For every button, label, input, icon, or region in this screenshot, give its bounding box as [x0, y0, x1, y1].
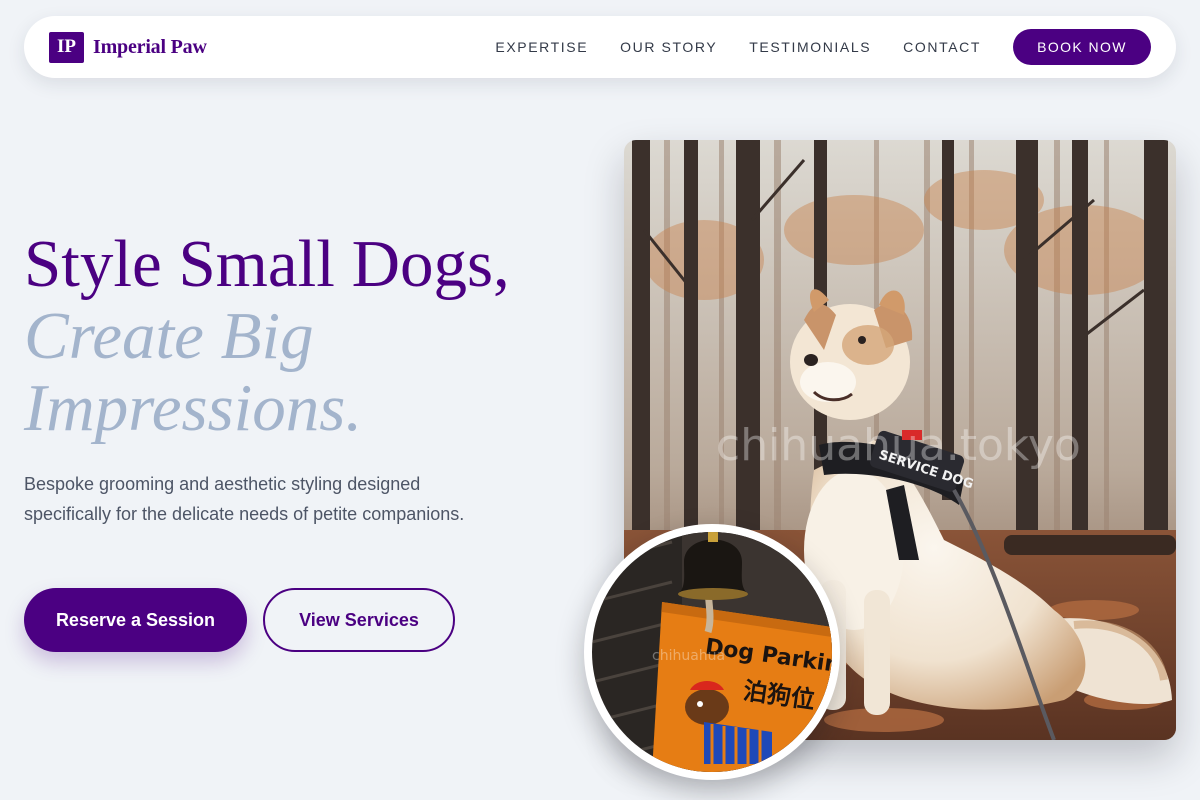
hero-description: Bespoke grooming and aesthetic styling d…	[24, 474, 465, 524]
brand-logo[interactable]: IP Imperial Paw	[49, 31, 207, 63]
view-services-button[interactable]: View Services	[263, 588, 455, 652]
inset-sign-photo: Dog Parking 泊狗位 chihuahua	[584, 524, 840, 780]
nav-link-expertise[interactable]: EXPERTISE	[495, 39, 588, 55]
reserve-session-button[interactable]: Reserve a Session	[24, 588, 247, 652]
nav-link-testimonials[interactable]: TESTIMONIALS	[749, 39, 871, 55]
photo-watermark: chihuahua.tokyo	[716, 420, 1081, 471]
brand-name: Imperial Paw	[93, 35, 207, 58]
nav-links: EXPERTISE OUR STORY TESTIMONIALS CONTACT…	[495, 29, 1151, 65]
hero-headline: Style Small Dogs, Create Big Impressions…	[24, 228, 510, 444]
headline-line-2: Create Big	[24, 299, 314, 373]
book-now-button[interactable]: BOOK NOW	[1013, 29, 1151, 65]
headline-line-1: Style Small Dogs,	[24, 227, 510, 301]
headline-line-3: Impressions.	[24, 371, 363, 445]
nav-link-our-story[interactable]: OUR STORY	[620, 39, 717, 55]
top-navbar: IP Imperial Paw EXPERTISE OUR STORY TEST…	[24, 16, 1176, 78]
inset-watermark: chihuahua	[652, 648, 725, 664]
nav-link-contact[interactable]: CONTACT	[903, 39, 981, 55]
logo-mark: IP	[49, 31, 84, 63]
